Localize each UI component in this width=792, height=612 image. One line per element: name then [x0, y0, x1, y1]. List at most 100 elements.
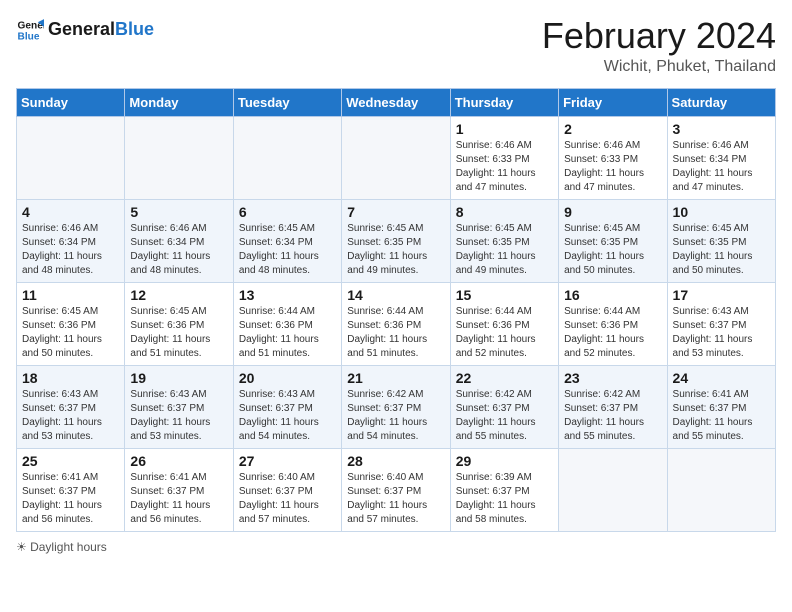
weekday-header: Friday [559, 88, 667, 116]
calendar-week-row: 18 Sunrise: 6:43 AM Sunset: 6:37 PM Dayli… [17, 365, 776, 448]
day-number: 15 [456, 287, 553, 303]
day-number: 4 [22, 204, 119, 220]
day-number: 7 [347, 204, 444, 220]
day-info: Sunrise: 6:41 AM Sunset: 6:37 PM Dayligh… [130, 471, 227, 527]
day-info: Sunrise: 6:40 AM Sunset: 6:37 PM Dayligh… [347, 471, 444, 527]
day-number: 26 [130, 453, 227, 469]
day-info: Sunrise: 6:45 AM Sunset: 6:36 PM Dayligh… [130, 305, 227, 361]
calendar-day-cell: 19 Sunrise: 6:43 AM Sunset: 6:37 PM Dayli… [125, 365, 233, 448]
day-number: 3 [673, 121, 770, 137]
day-number: 9 [564, 204, 661, 220]
day-number: 5 [130, 204, 227, 220]
calendar-day-cell: 11 Sunrise: 6:45 AM Sunset: 6:36 PM Dayli… [17, 282, 125, 365]
day-info: Sunrise: 6:45 AM Sunset: 6:34 PM Dayligh… [239, 222, 336, 278]
weekday-header: Thursday [450, 88, 558, 116]
day-info: Sunrise: 6:42 AM Sunset: 6:37 PM Dayligh… [564, 388, 661, 444]
calendar-day-cell: 2 Sunrise: 6:46 AM Sunset: 6:33 PM Daylig… [559, 116, 667, 199]
day-info: Sunrise: 6:46 AM Sunset: 6:33 PM Dayligh… [456, 139, 553, 195]
day-number: 10 [673, 204, 770, 220]
calendar-day-cell: 15 Sunrise: 6:44 AM Sunset: 6:36 PM Dayli… [450, 282, 558, 365]
calendar-day-cell: 7 Sunrise: 6:45 AM Sunset: 6:35 PM Daylig… [342, 199, 450, 282]
day-info: Sunrise: 6:44 AM Sunset: 6:36 PM Dayligh… [239, 305, 336, 361]
legend: ☀ Daylight hours [16, 540, 776, 554]
calendar-day-cell: 8 Sunrise: 6:45 AM Sunset: 6:35 PM Daylig… [450, 199, 558, 282]
logo-icon: General Blue [16, 16, 44, 44]
weekday-header: Tuesday [233, 88, 341, 116]
calendar-day-cell [233, 116, 341, 199]
calendar-table: SundayMondayTuesdayWednesdayThursdayFrid… [16, 88, 776, 532]
calendar-week-row: 1 Sunrise: 6:46 AM Sunset: 6:33 PM Daylig… [17, 116, 776, 199]
logo-text: GeneralBlue [48, 20, 154, 40]
day-info: Sunrise: 6:45 AM Sunset: 6:36 PM Dayligh… [22, 305, 119, 361]
day-number: 21 [347, 370, 444, 386]
day-number: 22 [456, 370, 553, 386]
calendar-day-cell: 24Sunrise: 6:41 AM Sunset: 6:37 PM Dayli… [667, 365, 775, 448]
calendar-day-cell: 12Sunrise: 6:45 AM Sunset: 6:36 PM Dayli… [125, 282, 233, 365]
calendar-day-cell: 5 Sunrise: 6:46 AM Sunset: 6:34 PM Daylig… [125, 199, 233, 282]
calendar-day-cell: 9 Sunrise: 6:45 AM Sunset: 6:35 PM Daylig… [559, 199, 667, 282]
calendar-day-cell: 20 Sunrise: 6:43 AM Sunset: 6:37 PM Dayli… [233, 365, 341, 448]
location-title: Wichit, Phuket, Thailand [542, 58, 776, 76]
month-title: February 2024 [542, 16, 776, 56]
day-number: 8 [456, 204, 553, 220]
calendar-day-cell: 28Sunrise: 6:40 AM Sunset: 6:37 PM Dayli… [342, 448, 450, 531]
calendar-day-cell: 3 Sunrise: 6:46 AM Sunset: 6:34 PM Daylig… [667, 116, 775, 199]
calendar-day-cell [667, 448, 775, 531]
day-info: Sunrise: 6:46 AM Sunset: 6:34 PM Dayligh… [130, 222, 227, 278]
day-info: Sunrise: 6:45 AM Sunset: 6:35 PM Dayligh… [347, 222, 444, 278]
day-info: Sunrise: 6:44 AM Sunset: 6:36 PM Dayligh… [347, 305, 444, 361]
calendar-day-cell: 27Sunrise: 6:40 AM Sunset: 6:37 PM Dayli… [233, 448, 341, 531]
day-number: 18 [22, 370, 119, 386]
day-number: 2 [564, 121, 661, 137]
day-number: 13 [239, 287, 336, 303]
day-info: Sunrise: 6:43 AM Sunset: 6:37 PM Dayligh… [673, 305, 770, 361]
day-number: 25 [22, 453, 119, 469]
day-info: Sunrise: 6:41 AM Sunset: 6:37 PM Dayligh… [22, 471, 119, 527]
day-info: Sunrise: 6:45 AM Sunset: 6:35 PM Dayligh… [673, 222, 770, 278]
day-number: 1 [456, 121, 553, 137]
calendar-day-cell: 21Sunrise: 6:42 AM Sunset: 6:37 PM Dayli… [342, 365, 450, 448]
day-info: Sunrise: 6:42 AM Sunset: 6:37 PM Dayligh… [456, 388, 553, 444]
day-number: 27 [239, 453, 336, 469]
day-info: Sunrise: 6:45 AM Sunset: 6:35 PM Dayligh… [456, 222, 553, 278]
day-number: 14 [347, 287, 444, 303]
day-info: Sunrise: 6:45 AM Sunset: 6:35 PM Dayligh… [564, 222, 661, 278]
day-number: 20 [239, 370, 336, 386]
day-info: Sunrise: 6:41 AM Sunset: 6:37 PM Dayligh… [673, 388, 770, 444]
day-info: Sunrise: 6:43 AM Sunset: 6:37 PM Dayligh… [239, 388, 336, 444]
calendar-day-cell: 18 Sunrise: 6:43 AM Sunset: 6:37 PM Dayli… [17, 365, 125, 448]
calendar-day-cell [17, 116, 125, 199]
calendar-day-cell: 14 Sunrise: 6:44 AM Sunset: 6:36 PM Dayli… [342, 282, 450, 365]
day-info: Sunrise: 6:43 AM Sunset: 6:37 PM Dayligh… [22, 388, 119, 444]
calendar-week-row: 4 Sunrise: 6:46 AM Sunset: 6:34 PM Daylig… [17, 199, 776, 282]
title-block: February 2024 Wichit, Phuket, Thailand [542, 16, 776, 76]
logo: General Blue GeneralBlue [16, 16, 154, 44]
calendar-day-cell: 4 Sunrise: 6:46 AM Sunset: 6:34 PM Daylig… [17, 199, 125, 282]
weekday-header: Sunday [17, 88, 125, 116]
calendar-day-cell: 22 Sunrise: 6:42 AM Sunset: 6:37 PM Dayli… [450, 365, 558, 448]
calendar-day-cell [559, 448, 667, 531]
day-number: 19 [130, 370, 227, 386]
calendar-day-cell: 26 Sunrise: 6:41 AM Sunset: 6:37 PM Dayli… [125, 448, 233, 531]
calendar-day-cell: 16Sunrise: 6:44 AM Sunset: 6:36 PM Dayli… [559, 282, 667, 365]
weekday-header: Monday [125, 88, 233, 116]
svg-text:Blue: Blue [18, 31, 40, 42]
day-info: Sunrise: 6:39 AM Sunset: 6:37 PM Dayligh… [456, 471, 553, 527]
day-number: 23 [564, 370, 661, 386]
calendar-day-cell: 1 Sunrise: 6:46 AM Sunset: 6:33 PM Daylig… [450, 116, 558, 199]
page-header: General Blue GeneralBlue February 2024 W… [16, 16, 776, 76]
day-info: Sunrise: 6:44 AM Sunset: 6:36 PM Dayligh… [456, 305, 553, 361]
day-info: Sunrise: 6:46 AM Sunset: 6:34 PM Dayligh… [22, 222, 119, 278]
day-info: Sunrise: 6:46 AM Sunset: 6:33 PM Dayligh… [564, 139, 661, 195]
calendar-day-cell [125, 116, 233, 199]
day-number: 17 [673, 287, 770, 303]
calendar-day-cell: 29 Sunrise: 6:39 AM Sunset: 6:37 PM Dayli… [450, 448, 558, 531]
day-info: Sunrise: 6:43 AM Sunset: 6:37 PM Dayligh… [130, 388, 227, 444]
weekday-header: Saturday [667, 88, 775, 116]
calendar-day-cell: 10 Sunrise: 6:45 AM Sunset: 6:35 PM Dayli… [667, 199, 775, 282]
day-number: 11 [22, 287, 119, 303]
calendar-day-cell: 13 Sunrise: 6:44 AM Sunset: 6:36 PM Dayli… [233, 282, 341, 365]
day-number: 29 [456, 453, 553, 469]
day-info: Sunrise: 6:46 AM Sunset: 6:34 PM Dayligh… [673, 139, 770, 195]
calendar-day-cell: 17 Sunrise: 6:43 AM Sunset: 6:37 PM Dayli… [667, 282, 775, 365]
